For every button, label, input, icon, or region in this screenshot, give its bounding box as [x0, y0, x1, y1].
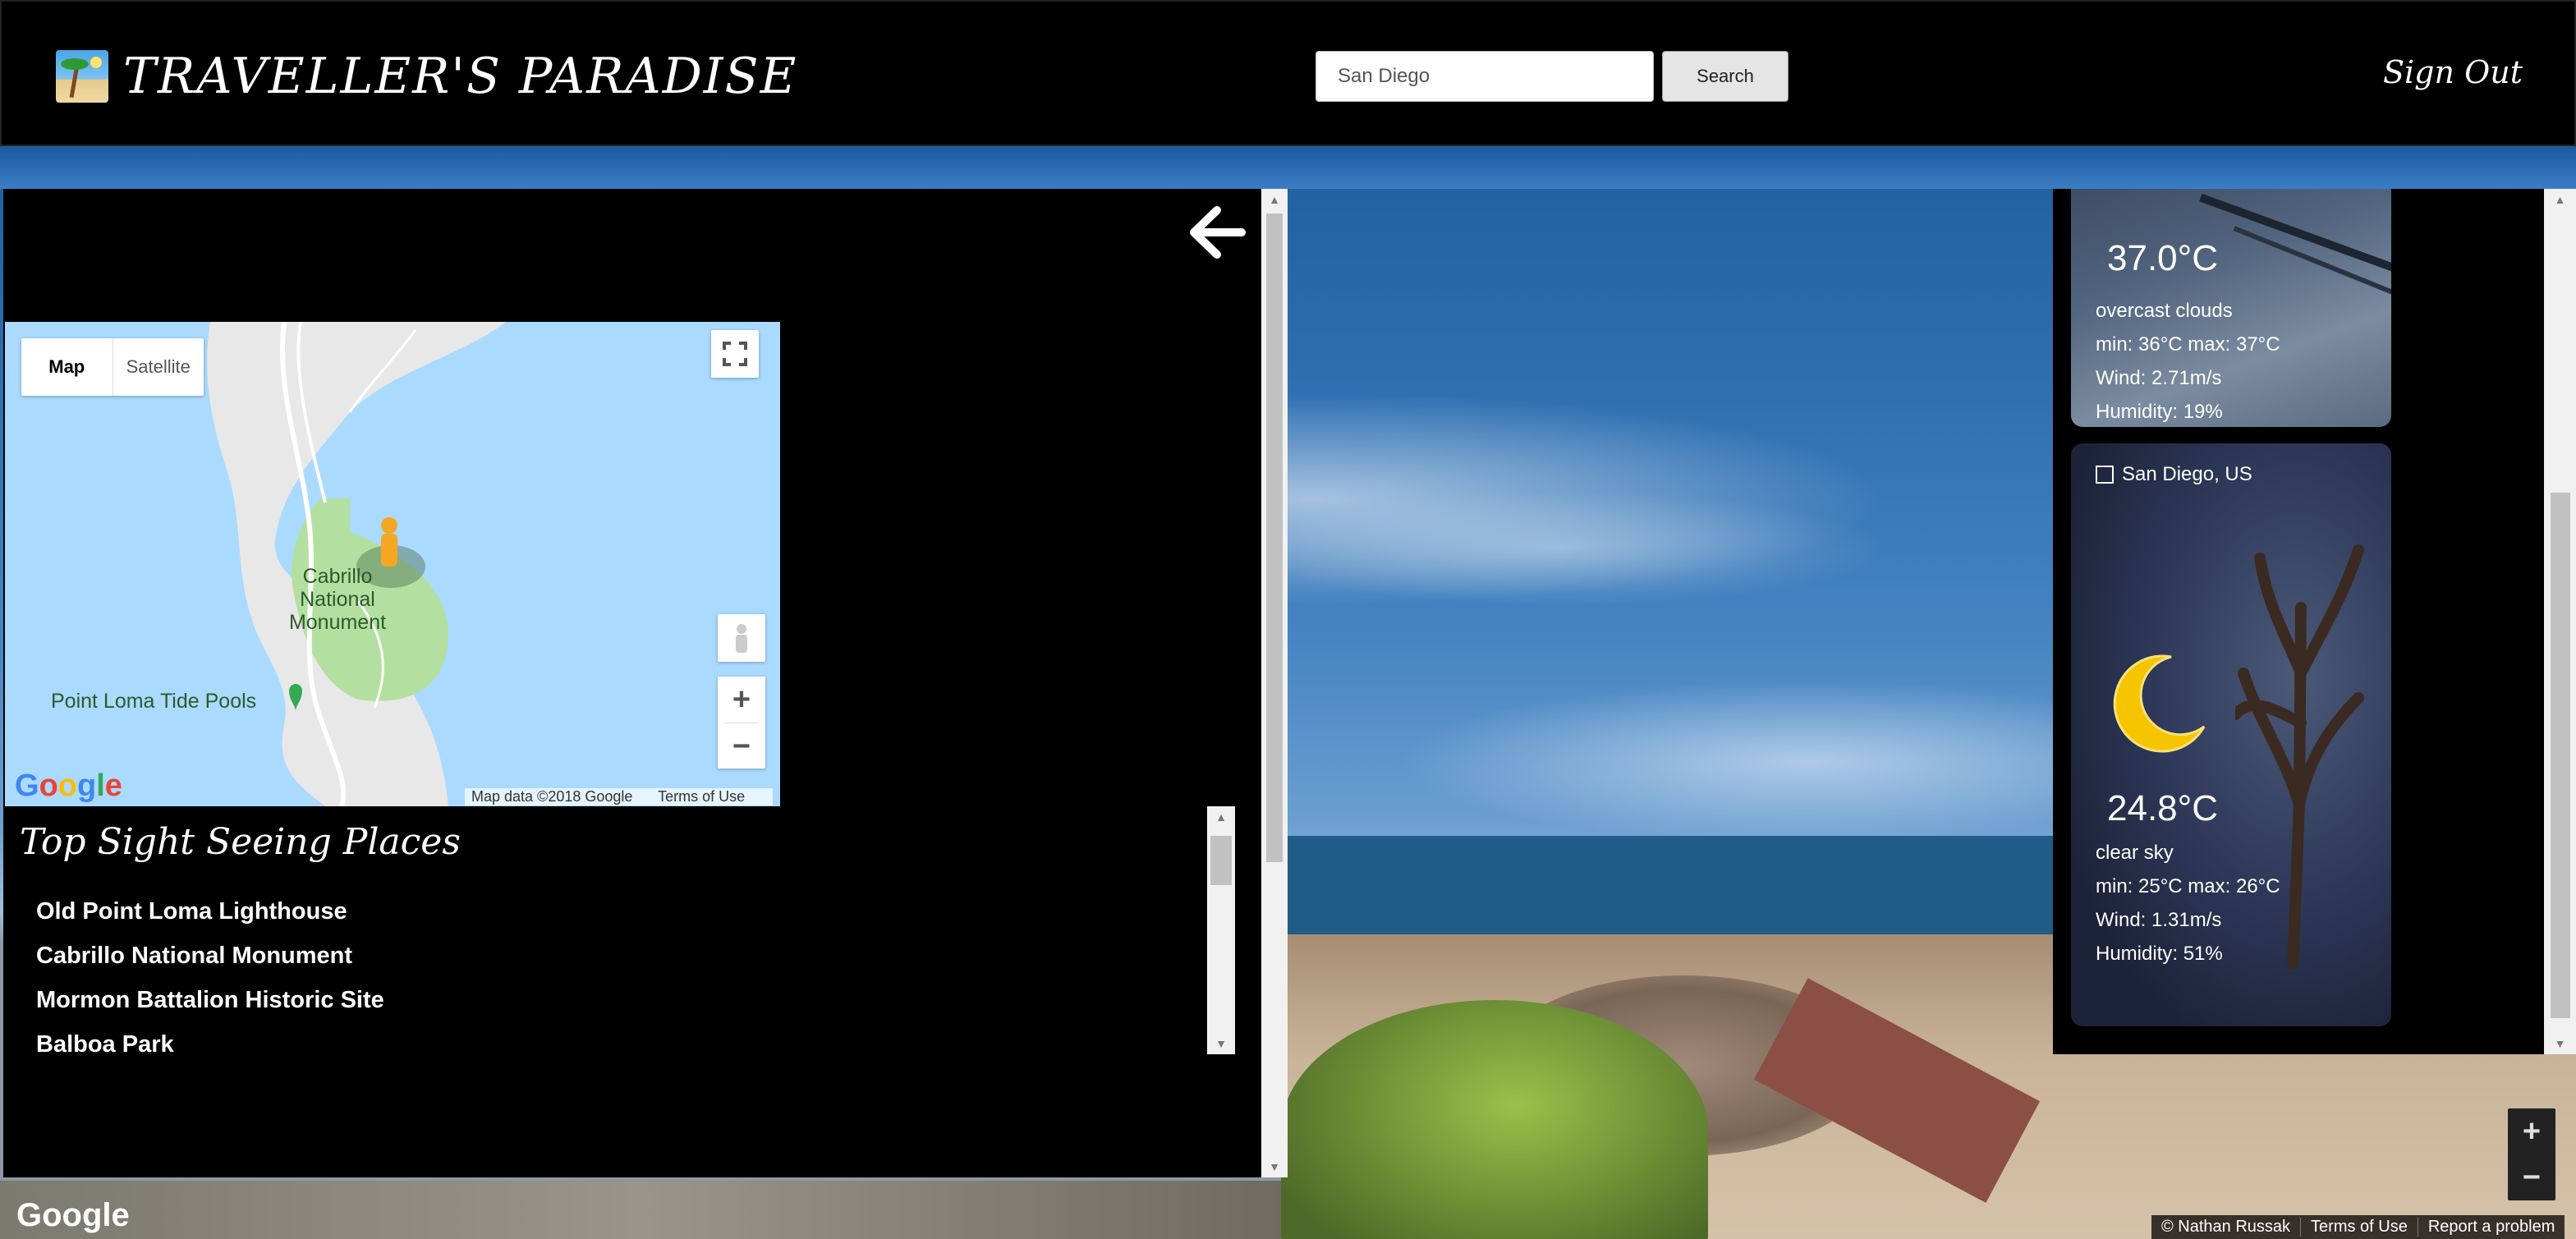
top-header: TRAVELLER'S PARADISE Search Sign Out	[0, 0, 2576, 146]
weather-temp: 24.8°C	[2107, 788, 2219, 828]
pegman-icon[interactable]	[718, 614, 765, 662]
map-data-credit: Map data ©2018 Google	[471, 788, 633, 805]
search-button[interactable]: Search	[1662, 51, 1789, 102]
checkbox[interactable]	[2096, 466, 2114, 484]
weather-card: 37.0°C overcast clouds min: 36°C max: 37…	[2071, 189, 2391, 427]
scroll-down-arrow-icon[interactable]: ▼	[2544, 1033, 2576, 1054]
scroll-down-arrow-icon[interactable]: ▼	[1261, 1156, 1288, 1177]
google-logo: Google	[16, 1197, 130, 1233]
scroll-down-arrow-icon[interactable]: ▼	[1207, 1033, 1235, 1054]
weather-panel: 37.0°C overcast clouds min: 36°C max: 37…	[2053, 189, 2544, 1054]
weather-minmax: min: 25°C max: 26°C	[2096, 875, 2280, 897]
scroll-up-arrow-icon[interactable]: ▲	[2544, 189, 2576, 210]
beach-palm-icon	[56, 50, 108, 103]
list-item[interactable]: Old Point Loma Lighthouse	[36, 895, 384, 939]
weather-humidity: Humidity: 19%	[2096, 401, 2223, 423]
sky-band	[0, 146, 2576, 189]
zoom-out-button[interactable]: −	[718, 723, 765, 769]
google-logo: Google	[15, 769, 122, 803]
map-type-satellite-button[interactable]: Satellite	[113, 338, 204, 396]
weather-wind: Wind: 2.71m/s	[2096, 367, 2222, 389]
left-panel-scrollbar[interactable]: ▲ ▼	[1261, 189, 1288, 1177]
scroll-up-arrow-icon[interactable]: ▲	[1261, 189, 1288, 210]
map-footer: Map data ©2018 Google Terms of Use	[465, 788, 774, 805]
photo-credit: © Nathan Russak	[2161, 1218, 2291, 1236]
foreground-brush	[0, 1181, 1281, 1239]
weather-scrollbar[interactable]: ▲ ▼	[2544, 189, 2576, 1054]
brand-title: TRAVELLER'S PARADISE	[123, 48, 798, 105]
weather-wind: Wind: 1.31m/s	[2096, 909, 2222, 931]
location-checkbox[interactable]: San Diego, US	[2096, 463, 2252, 486]
list-item[interactable]: Cabrillo National Monument	[36, 939, 384, 984]
weather-minmax: min: 36°C max: 37°C	[2096, 333, 2280, 356]
brand: TRAVELLER'S PARADISE	[56, 48, 797, 105]
fullscreen-icon[interactable]	[711, 330, 759, 378]
cloud	[1232, 491, 1889, 606]
terms-link[interactable]: Terms of Use	[2300, 1218, 2418, 1237]
zoom-in-button[interactable]: +	[718, 677, 765, 723]
report-problem-link[interactable]: Report a problem	[2417, 1218, 2565, 1237]
map-type-map-button[interactable]: Map	[21, 338, 113, 396]
location-map[interactable]: Map Satellite + − Cabrillo National Monu…	[5, 322, 780, 806]
scrollbar-thumb[interactable]	[1266, 213, 1283, 862]
street-view-footer: © Nathan Russak Terms of Use Report a pr…	[2151, 1215, 2565, 1239]
scroll-up-arrow-icon[interactable]: ▲	[1207, 806, 1235, 828]
location-label: San Diego, US	[2122, 463, 2252, 485]
sights-list: Old Point Loma Lighthouse Cabrillo Natio…	[36, 895, 384, 1072]
sights-scrollbar[interactable]: ▲ ▼	[1207, 806, 1235, 1054]
zoom-in-button[interactable]: +	[2508, 1108, 2555, 1154]
map-label-monument: Cabrillo National Monument	[288, 565, 387, 634]
sights-title: Top Sight Seeing Places	[20, 821, 461, 863]
scrollbar-thumb[interactable]	[2551, 493, 2570, 1018]
map-terms-link[interactable]: Terms of Use	[658, 788, 745, 805]
list-item[interactable]: Mormon Battalion Historic Site	[36, 984, 384, 1028]
street-view-zoom-control: + −	[2508, 1108, 2555, 1200]
map-zoom-control: + −	[718, 677, 765, 769]
map-type-toggle: Map Satellite	[21, 338, 204, 396]
moon-icon	[2113, 654, 2206, 753]
list-item[interactable]: Balboa Park	[36, 1028, 384, 1072]
map-label-tide-pools: Point Loma Tide Pools	[51, 690, 257, 713]
pier-photo	[2199, 193, 2391, 275]
search-input[interactable]	[1316, 51, 1654, 102]
back-arrow-icon[interactable]	[1187, 204, 1247, 261]
zoom-out-button[interactable]: −	[2508, 1154, 2555, 1200]
weather-temp: 37.0°C	[2107, 238, 2219, 278]
scrollbar-thumb[interactable]	[1210, 836, 1232, 885]
sign-out-link[interactable]: Sign Out	[2383, 54, 2523, 90]
weather-humidity: Humidity: 51%	[2096, 943, 2223, 965]
weather-card: San Diego, US 24.8°C clear sky min: 25°C…	[2071, 443, 2391, 1026]
weather-description: clear sky	[2096, 842, 2174, 864]
weather-description: overcast clouds	[2096, 300, 2233, 322]
